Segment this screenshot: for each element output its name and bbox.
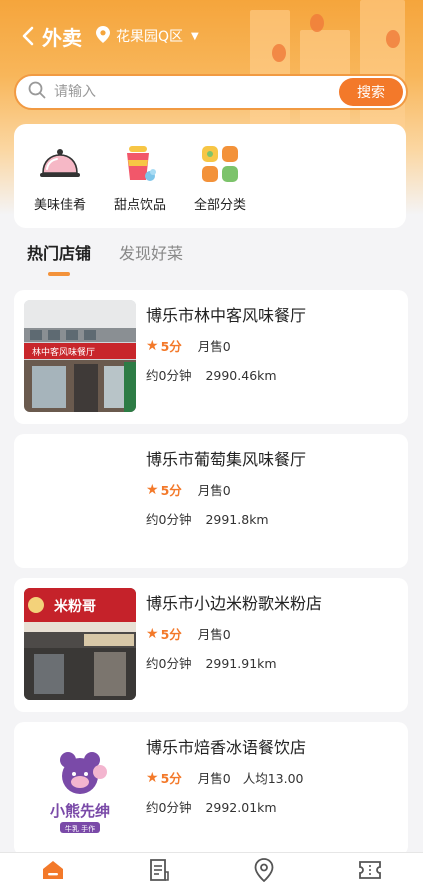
tab-hot-shops[interactable]: 热门店铺: [27, 240, 92, 276]
shop-tabs: 热门店铺 发现好菜: [27, 240, 211, 276]
shop-thumbnail: 米粉哥: [24, 588, 136, 700]
category-all[interactable]: 全部分类: [180, 124, 260, 228]
location-icon: [254, 857, 274, 886]
shop-name: 博乐市小边米粉歌米粉店: [146, 594, 323, 613]
shop-score: 5分: [160, 627, 182, 642]
shop-score: 5分: [160, 483, 182, 498]
map-pin-icon: [96, 25, 110, 47]
nav-location[interactable]: [212, 853, 318, 890]
star-icon: ★: [146, 625, 159, 642]
coupon-icon: [358, 859, 382, 885]
star-icon: ★: [146, 769, 159, 786]
shop-name: 博乐市焙香冰语餐饮店: [146, 738, 307, 757]
star-icon: ★: [146, 337, 159, 354]
category-panel: 美味佳肴 甜点饮品 全部分类: [14, 124, 406, 228]
location-label: 花果园Q区: [116, 29, 184, 45]
storefront-sign: 林中客风味餐厅: [32, 346, 95, 358]
shop-score: 5分: [160, 339, 182, 354]
tab-discover-dishes[interactable]: 发现好菜: [119, 240, 183, 264]
nav-home[interactable]: [0, 853, 106, 890]
nav-orders[interactable]: [106, 853, 212, 890]
category-drinks[interactable]: 甜点饮品: [100, 124, 180, 228]
location-selector[interactable]: 花果园Q区 ▼: [96, 25, 199, 47]
search-input[interactable]: [54, 84, 339, 100]
home-icon: [41, 859, 65, 885]
shop-distance: 2992.01km: [205, 800, 277, 815]
delivery-time: 约0分钟: [146, 656, 192, 671]
monthly-sales: 月售0: [197, 627, 231, 642]
delivery-time: 约0分钟: [146, 512, 192, 527]
search-bar: 搜索: [14, 74, 408, 110]
logo-brand-text: 小熊先绅: [50, 802, 110, 820]
shop-distance: 2991.8km: [205, 512, 269, 527]
shop-thumbnail: [24, 444, 136, 556]
shop-card[interactable]: 林中客风味餐厅 博乐市林中客风味餐厅 ★ 5分 月售0 约0分钟 2990.46k…: [14, 290, 408, 424]
food-cloche-icon: [39, 144, 81, 184]
monthly-sales: 月售0: [197, 483, 231, 498]
average-price: 人均13.00: [242, 771, 304, 786]
shop-distance: 2990.46km: [205, 368, 277, 383]
bottom-nav: [0, 852, 423, 890]
category-label: 全部分类: [193, 198, 246, 213]
drink-cup-icon: [119, 144, 161, 184]
tab-label: 热门店铺: [27, 244, 92, 263]
star-icon: ★: [146, 481, 159, 498]
nav-coupons[interactable]: [317, 853, 423, 890]
monthly-sales: 月售0: [197, 771, 231, 786]
shop-distance: 2991.91km: [205, 656, 277, 671]
category-label: 美味佳肴: [33, 198, 86, 213]
shop-list: 林中客风味餐厅 博乐市林中客风味餐厅 ★ 5分 月售0 约0分钟 2990.46k…: [14, 290, 408, 866]
storefront-sign: 米粉哥: [54, 598, 96, 615]
shop-card[interactable]: 米粉哥 博乐市小边米粉歌米粉店 ★ 5分 月售0 约0分钟 2991.91km: [14, 578, 408, 712]
shop-thumbnail: 林中客风味餐厅: [24, 300, 136, 412]
caret-down-icon: ▼: [191, 30, 199, 42]
search-icon: [28, 81, 46, 103]
top-bar: 外卖 花果园Q区 ▼: [0, 18, 423, 54]
tab-indicator: [48, 272, 70, 276]
logo-tag-text: 牛乳 手作: [65, 824, 95, 833]
all-grid-icon: [199, 144, 241, 184]
shop-card[interactable]: 博乐市葡萄集风味餐厅 ★ 5分 月售0 约0分钟 2991.8km: [14, 434, 408, 568]
shop-name: 博乐市林中客风味餐厅: [146, 306, 307, 325]
category-label: 甜点饮品: [113, 198, 166, 213]
delivery-time: 约0分钟: [146, 800, 192, 815]
shop-logo: 小熊先绅 牛乳 手作: [24, 732, 136, 844]
category-food[interactable]: 美味佳肴: [20, 124, 100, 228]
shop-card[interactable]: 小熊先绅 牛乳 手作 博乐市焙香冰语餐饮店 ★ 5分 月售0 人均13.00 约…: [14, 722, 408, 856]
tab-label: 发现好菜: [119, 244, 184, 263]
orders-icon: [148, 858, 170, 886]
monthly-sales: 月售0: [197, 339, 231, 354]
shop-name: 博乐市葡萄集风味餐厅: [146, 450, 307, 469]
delivery-time: 约0分钟: [146, 368, 192, 383]
shop-score: 5分: [160, 771, 182, 786]
back-arrow-icon[interactable]: [18, 26, 38, 46]
page-title: 外卖: [42, 25, 82, 50]
search-button[interactable]: 搜索: [339, 78, 403, 106]
